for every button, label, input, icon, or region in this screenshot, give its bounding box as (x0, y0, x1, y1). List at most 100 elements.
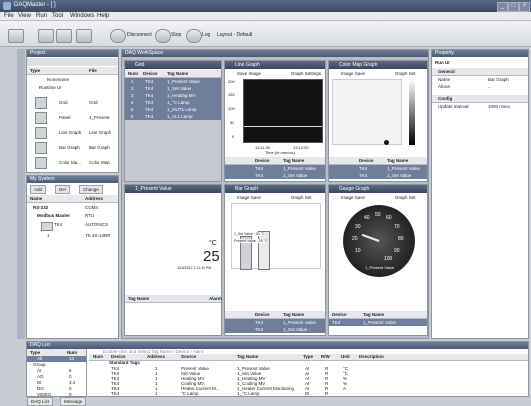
tree-nonename[interactable]: Nonename (27, 76, 118, 83)
image-save-button[interactable]: Image Save (237, 195, 261, 200)
present-value-title: 1_Present Value (125, 185, 221, 193)
graph-settings-button[interactable]: Graph Settings (291, 71, 321, 76)
disconnect-button[interactable]: Disconnect (127, 32, 152, 38)
menu-run[interactable]: Run (36, 13, 47, 19)
bar-sv-label: 1_Set Value : 30 °C (234, 232, 265, 236)
gauge-tick: 20 (352, 236, 358, 242)
property-update-row[interactable]: Update Interval 1000 msec (432, 103, 528, 110)
tree-item[interactable]: Color Ma... Color Map (27, 156, 118, 169)
line-table-row[interactable]: TK4 1_Present Value (225, 165, 325, 172)
grid-row[interactable]: 1 TK4 1_Present Value (125, 78, 221, 85)
grid-row[interactable]: 4 TK4 1_°C Lamp (125, 99, 221, 106)
menu-view[interactable]: View (18, 13, 31, 19)
property-about-row[interactable]: About... (432, 83, 528, 90)
line-graph-title: Line Graph (225, 61, 325, 69)
system-row[interactable]: 1 TK 4S-14RR (27, 232, 118, 239)
daq-tag-table: Double-click and Select Tag Name / Devic… (89, 349, 528, 397)
stop-icon[interactable] (155, 29, 171, 43)
gauge-table-header: Device Tag Name (329, 311, 427, 319)
tree-item[interactable]: Bar Graph Bar Graph (27, 141, 118, 154)
grid-row[interactable]: 5 TK4 1_OUT1 Lamp (125, 106, 221, 113)
title-bar: DAQMaster - [ ] _ □ × (0, 0, 531, 12)
change-button[interactable]: Change (79, 185, 103, 194)
property-title: Property (432, 50, 528, 57)
line-series (244, 126, 322, 127)
grid-row[interactable]: 2 TK4 1_Set Value (125, 85, 221, 92)
image-save-button[interactable]: Image Save (341, 195, 365, 200)
gauge-table-row[interactable]: TK4 1_Present Value (329, 319, 427, 326)
color-map-table-row[interactable]: TK4 1_Present Value (329, 165, 427, 172)
mysystem-title: My System (27, 176, 118, 183)
bar-pv-label: Present Value : 25 °C (234, 239, 268, 243)
save-icon[interactable] (56, 29, 72, 43)
daq-tag-row[interactable]: TK4 1 °C Lamp 1_°C Lamp DI R (89, 391, 528, 396)
window-title: DAQMaster - [ ] (14, 2, 56, 8)
color-map-toolbar: Image Save Graph Set (329, 70, 427, 77)
del-button[interactable]: Del (55, 185, 70, 194)
system-row[interactable]: Modbus Master RTU (27, 212, 118, 219)
add-button[interactable]: Add (30, 185, 47, 194)
new-icon[interactable] (8, 29, 24, 43)
layout-dropdown[interactable]: Layout - Default (217, 32, 252, 38)
grid-row[interactable]: 6 TK4 1_AL1 Lamp (125, 113, 221, 120)
y-tick: 150 (228, 92, 235, 97)
tree-item[interactable]: Line Graph Line Graph (27, 126, 118, 139)
menu-windows[interactable]: Windows (70, 13, 94, 19)
menu-bar: File View Run Tool Windows Help (0, 12, 531, 21)
color-map-area (332, 79, 402, 145)
gauge-tick: 80 (398, 236, 404, 242)
project-toolbar (27, 58, 118, 66)
side-strip[interactable] (17, 49, 25, 339)
minimize-icon[interactable]: _ (497, 2, 508, 12)
line-table-row[interactable]: TK4 1_Set Value (225, 172, 325, 179)
color-map-point (384, 140, 389, 145)
color-map-table-row[interactable]: TK4 1_Set Value (329, 172, 427, 179)
gauge-label: 1_Present Value (365, 265, 395, 270)
present-value-window: 1_Present Value °C 25 4/16/2012 1:11:10 … (124, 184, 222, 336)
gauge-needle (361, 233, 380, 242)
system-row[interactable]: RS-232 COM4 (27, 204, 118, 211)
x-axis-label: Time (hh:mm:ss) (265, 150, 295, 155)
gauge-tick: 70 (394, 224, 400, 230)
line-table-header: Device Tag Name (225, 157, 325, 165)
graph-set-button[interactable]: Graph Set (395, 71, 416, 76)
bar-table-row[interactable]: TK4 1_Present Value (225, 319, 325, 326)
workspace: DAQ WorkSpace Grid Num Device Tag Name 1 TK… (121, 49, 429, 339)
bar-graph-toolbar: Image Save Graph Set (225, 194, 325, 201)
property-general-section[interactable]: General (432, 68, 528, 76)
menu-tool[interactable]: Tool (52, 13, 63, 19)
graph-set-button[interactable]: Graph Set (291, 195, 312, 200)
grid-row[interactable]: 3 TK4 1_Heating MV (125, 92, 221, 99)
save-image-button[interactable]: Save Image (237, 71, 261, 76)
y-tick: 100 (228, 106, 235, 111)
disconnect-icon[interactable] (110, 29, 126, 43)
property-config-section[interactable]: Config (432, 95, 528, 103)
tree-item[interactable]: Panel 1_Present (27, 111, 118, 124)
grid-header: Num Device Tag Name (125, 70, 221, 78)
app-icon (3, 2, 11, 10)
property-object: Run UI (435, 60, 450, 65)
log-icon[interactable] (186, 29, 202, 43)
property-panel: Property Run UI General Name Bar Graph Ab… (431, 49, 529, 339)
graph-set-button[interactable]: Graph Set (395, 195, 416, 200)
stop-button[interactable]: Stop (171, 32, 181, 38)
project-header: Type File (27, 67, 118, 75)
log-button[interactable]: Log (202, 32, 210, 38)
maximize-icon[interactable]: □ (508, 2, 519, 12)
system-row[interactable]: TK4 AUTONICS (27, 221, 118, 231)
close-icon[interactable]: × (519, 2, 530, 12)
menu-help[interactable]: Help (97, 13, 109, 19)
bar-table-header: Device Tag Name (225, 311, 325, 319)
tree-runtime[interactable]: Runtime UI (27, 84, 118, 91)
present-value-display: °C 25 4/16/2012 1:11:10 PM (125, 194, 221, 294)
tree-item[interactable]: Grid Grid (27, 96, 118, 109)
y-tick: 200 (228, 79, 235, 84)
menu-file[interactable]: File (4, 13, 14, 19)
save-all-icon[interactable] (76, 29, 92, 43)
image-save-button[interactable]: Image Save (341, 71, 365, 76)
property-name-row[interactable]: Name Bar Graph (432, 76, 528, 83)
open-icon[interactable] (38, 29, 54, 43)
bar-graph-title: Bar Graph (225, 185, 325, 193)
bar-table-row[interactable]: TK4 1_Set Value (225, 326, 325, 333)
col-type: Type (30, 68, 41, 73)
